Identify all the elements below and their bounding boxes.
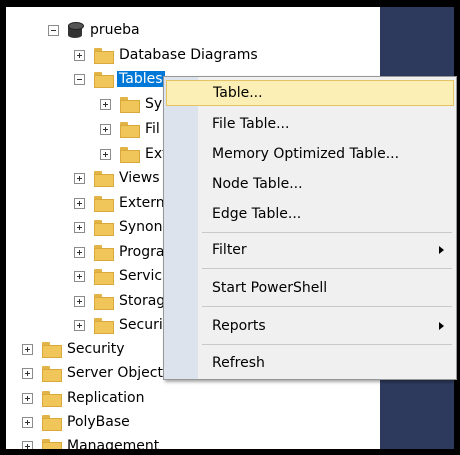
tree-node-label: Fil bbox=[145, 121, 160, 137]
folder-icon bbox=[42, 391, 62, 407]
menu-item-table[interactable]: Table... bbox=[166, 80, 454, 106]
menu-item-label: Memory Optimized Table... bbox=[212, 146, 400, 162]
tree-node-prueba[interactable]: prueba bbox=[48, 19, 140, 41]
menu-item-refresh[interactable]: Refresh bbox=[166, 350, 454, 376]
menu-item-label: Table... bbox=[213, 85, 263, 101]
tree-node-db-security[interactable]: Securi bbox=[74, 314, 163, 336]
folder-icon bbox=[94, 318, 114, 334]
tree-node-label: Storag bbox=[119, 293, 166, 309]
menu-item-reports[interactable]: Reports bbox=[166, 313, 454, 339]
tree-node-label: Servic bbox=[119, 268, 163, 284]
tree-node-management[interactable]: Management bbox=[22, 435, 160, 450]
menu-separator bbox=[202, 344, 452, 345]
menu-separator bbox=[202, 232, 452, 233]
tree-node-external-tables[interactable]: Ext bbox=[100, 143, 168, 165]
database-icon bbox=[68, 21, 84, 39]
folder-icon bbox=[94, 269, 114, 285]
folder-icon bbox=[42, 415, 62, 431]
menu-item-memory-optimized-table[interactable]: Memory Optimized Table... bbox=[166, 141, 454, 167]
submenu-arrow-icon bbox=[439, 246, 444, 254]
tree-node-synonyms[interactable]: Synon bbox=[74, 216, 162, 238]
tree-node-label: Progra bbox=[119, 244, 165, 260]
expand-icon[interactable] bbox=[74, 270, 85, 282]
tree-node-label: Views bbox=[119, 170, 160, 186]
tree-node-security[interactable]: Security bbox=[22, 338, 125, 360]
expand-icon[interactable] bbox=[74, 49, 85, 61]
expand-icon[interactable] bbox=[100, 123, 111, 135]
menu-item-label: Start PowerShell bbox=[212, 280, 328, 296]
folder-icon bbox=[94, 294, 114, 310]
tree-node-external-resources[interactable]: Extern bbox=[74, 192, 165, 214]
folder-icon bbox=[94, 171, 114, 187]
collapse-icon[interactable] bbox=[48, 24, 59, 36]
folder-icon bbox=[94, 72, 114, 88]
folder-icon bbox=[94, 220, 114, 236]
tree-node-label: Securi bbox=[119, 317, 163, 333]
menu-item-label: Edge Table... bbox=[212, 206, 302, 222]
expand-icon[interactable] bbox=[22, 416, 33, 428]
expand-icon[interactable] bbox=[74, 319, 85, 331]
tree-node-database-diagrams[interactable]: Database Diagrams bbox=[74, 44, 258, 66]
expand-icon[interactable] bbox=[74, 197, 85, 209]
menu-separator bbox=[202, 268, 452, 269]
folder-icon bbox=[120, 147, 140, 163]
expand-icon[interactable] bbox=[74, 172, 85, 184]
menu-item-label: Refresh bbox=[212, 355, 265, 371]
tree-node-tables[interactable]: Tables bbox=[74, 68, 165, 90]
folder-icon bbox=[94, 196, 114, 212]
menu-item-label: Node Table... bbox=[212, 176, 303, 192]
folder-icon bbox=[42, 439, 62, 449]
expand-icon[interactable] bbox=[100, 148, 111, 160]
menu-item-label: Reports bbox=[212, 318, 266, 334]
tree-node-label: PolyBase bbox=[67, 414, 130, 430]
expand-icon[interactable] bbox=[22, 392, 33, 404]
expand-icon[interactable] bbox=[22, 440, 33, 449]
tree-node-server-objects[interactable]: Server Object bbox=[22, 362, 163, 384]
tree-node-file-tables[interactable]: Fil bbox=[100, 118, 160, 140]
tree-node-storage[interactable]: Storag bbox=[74, 290, 165, 312]
folder-icon bbox=[120, 122, 140, 138]
collapse-icon[interactable] bbox=[74, 73, 85, 85]
menu-item-label: File Table... bbox=[212, 116, 290, 132]
submenu-arrow-icon bbox=[439, 322, 444, 330]
folder-icon bbox=[94, 48, 114, 64]
menu-item-node-table[interactable]: Node Table... bbox=[166, 171, 454, 197]
tree-node-replication[interactable]: Replication bbox=[22, 387, 144, 409]
folder-icon bbox=[42, 366, 62, 382]
expand-icon[interactable] bbox=[74, 246, 85, 258]
tree-node-label: prueba bbox=[90, 22, 140, 38]
tree-node-label: Extern bbox=[119, 195, 165, 211]
tree-node-service-broker[interactable]: Servic bbox=[74, 265, 162, 287]
menu-item-file-table[interactable]: File Table... bbox=[166, 111, 454, 137]
context-menu: Table... File Table... Memory Optimized … bbox=[163, 76, 457, 380]
menu-item-start-powershell[interactable]: Start PowerShell bbox=[166, 275, 454, 301]
menu-item-filter[interactable]: Filter bbox=[166, 237, 454, 263]
folder-icon bbox=[94, 245, 114, 261]
expand-icon[interactable] bbox=[74, 221, 85, 233]
tree-node-label: Server Object bbox=[67, 365, 163, 381]
menu-separator bbox=[202, 306, 452, 307]
expand-icon[interactable] bbox=[100, 98, 111, 110]
menu-item-edge-table[interactable]: Edge Table... bbox=[166, 201, 454, 227]
tree-node-label: Replication bbox=[67, 390, 145, 406]
expand-icon[interactable] bbox=[74, 295, 85, 307]
tree-node-label: Management bbox=[67, 438, 160, 450]
tree-node-label: Synon bbox=[119, 219, 163, 235]
expand-icon[interactable] bbox=[22, 367, 33, 379]
tree-node-programmability[interactable]: Progra bbox=[74, 241, 164, 263]
tree-node-label: Sy bbox=[145, 96, 163, 112]
tree-node-system-tables[interactable]: Sy bbox=[100, 93, 162, 115]
tree-node-polybase[interactable]: PolyBase bbox=[22, 411, 130, 433]
tree-node-label-selected: Tables bbox=[117, 71, 165, 87]
folder-icon bbox=[42, 342, 62, 358]
folder-icon bbox=[120, 97, 140, 113]
tree-node-label: Database Diagrams bbox=[119, 47, 258, 63]
expand-icon[interactable] bbox=[22, 343, 33, 355]
menu-item-label: Filter bbox=[212, 242, 247, 258]
tree-node-label: Security bbox=[67, 341, 125, 357]
tree-node-views[interactable]: Views bbox=[74, 167, 160, 189]
